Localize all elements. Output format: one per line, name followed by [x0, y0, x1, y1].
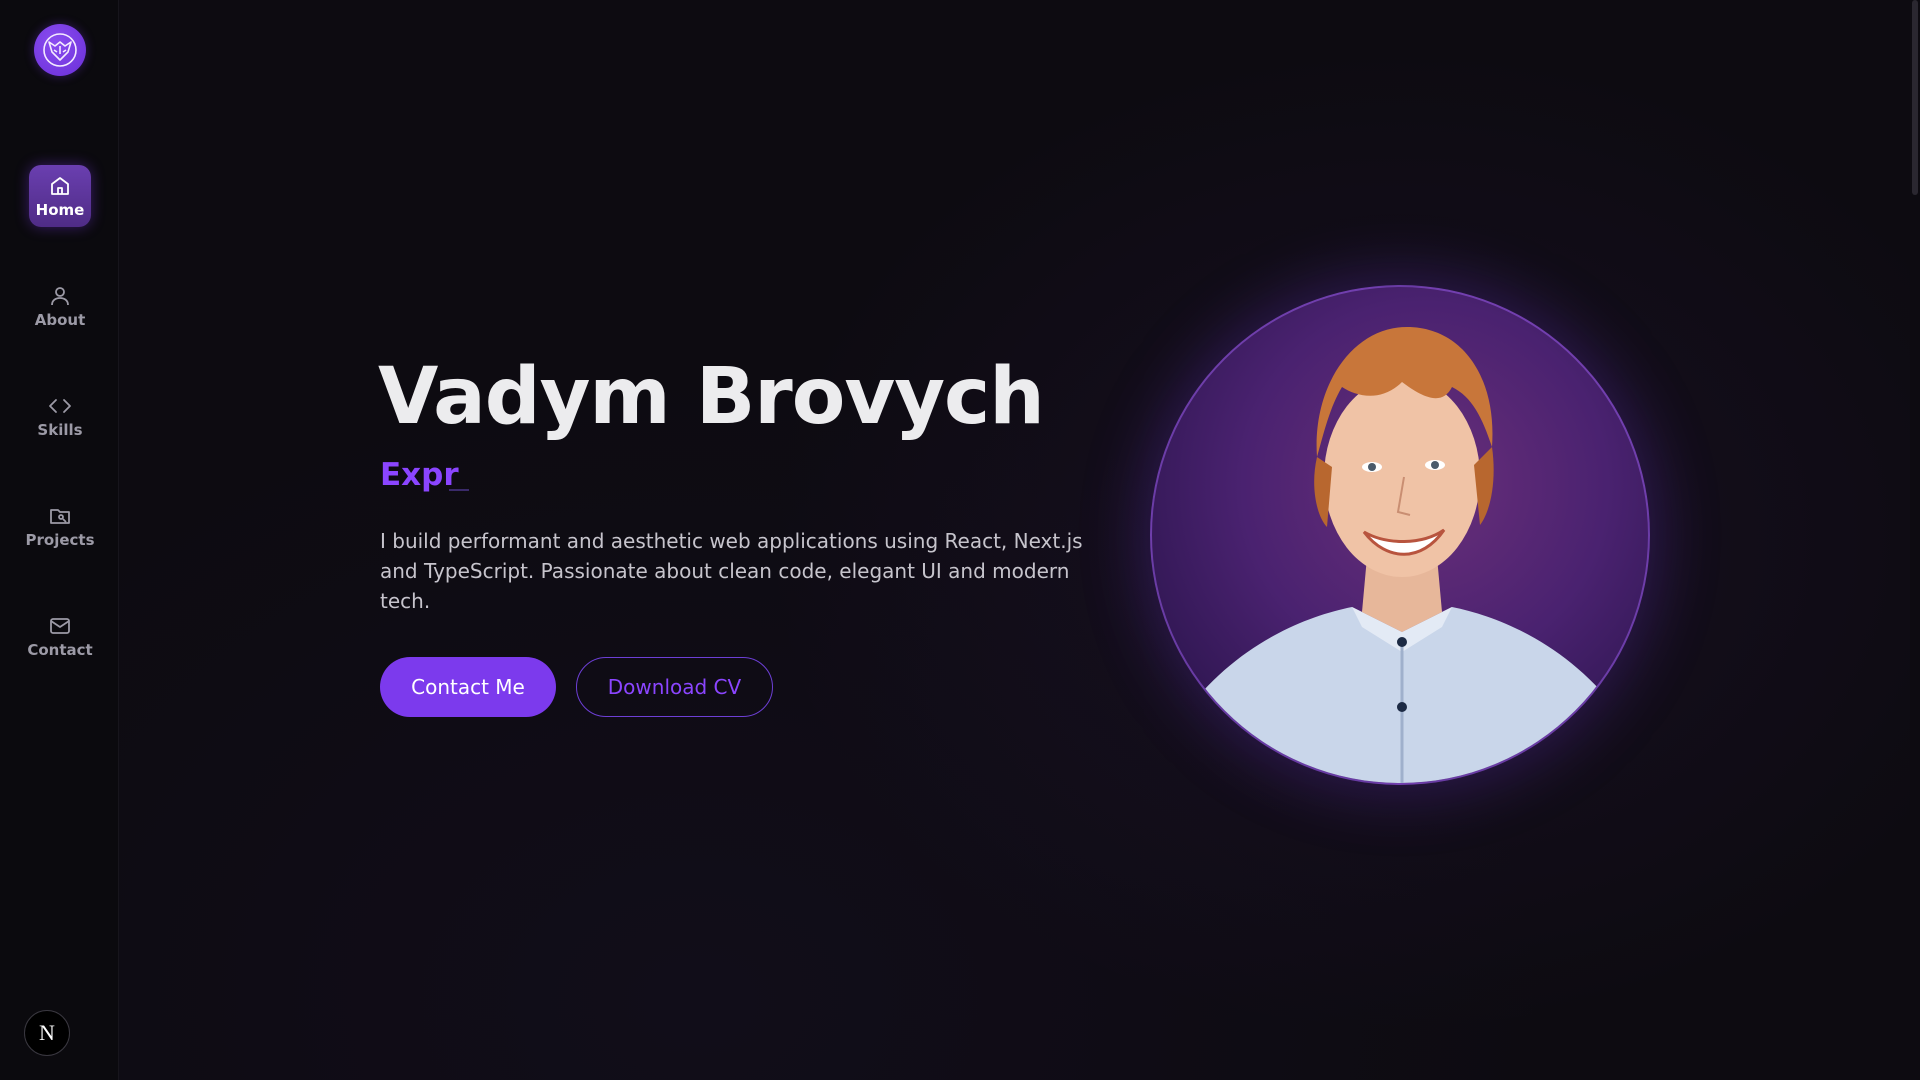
scrollbar-thumb[interactable] [1912, 0, 1918, 195]
sidebar-item-label: Home [35, 200, 85, 219]
code-icon [49, 398, 71, 413]
typed-text: Expr [380, 457, 459, 493]
logo-icon[interactable] [34, 24, 86, 76]
hero-bio: I build performant and aesthetic web app… [380, 529, 1083, 613]
sidebar-item-home[interactable]: Home [29, 165, 91, 227]
typing-cursor [449, 489, 469, 491]
sidebar-item-projects[interactable]: Projects [26, 495, 95, 557]
sidebar-item-label: Contact [27, 640, 93, 659]
profile-photo [1150, 285, 1650, 785]
sidebar-item-label: Skills [37, 420, 83, 439]
sidebar: Home About Skills Projects Contact N [0, 0, 119, 1080]
contact-me-button[interactable]: Contact Me [380, 657, 556, 717]
home-icon [51, 176, 69, 195]
download-cv-button[interactable]: Download CV [576, 657, 773, 717]
sidebar-item-about[interactable]: About [29, 275, 91, 337]
sidebar-item-skills[interactable]: Skills [29, 385, 91, 447]
hero-name: Vadym Brovych [378, 352, 1045, 442]
scrollbar[interactable] [1910, 0, 1920, 1080]
sidebar-item-label: About [34, 310, 86, 329]
nextjs-badge-icon[interactable]: N [24, 1010, 70, 1056]
page: Home About Skills Projects Contact N Vad… [0, 0, 1920, 1080]
sidebar-item-contact[interactable]: Contact [27, 605, 93, 667]
mail-icon [50, 617, 70, 634]
user-icon [51, 286, 69, 305]
folder-icon [50, 508, 70, 524]
sidebar-item-label: Projects [25, 530, 95, 549]
